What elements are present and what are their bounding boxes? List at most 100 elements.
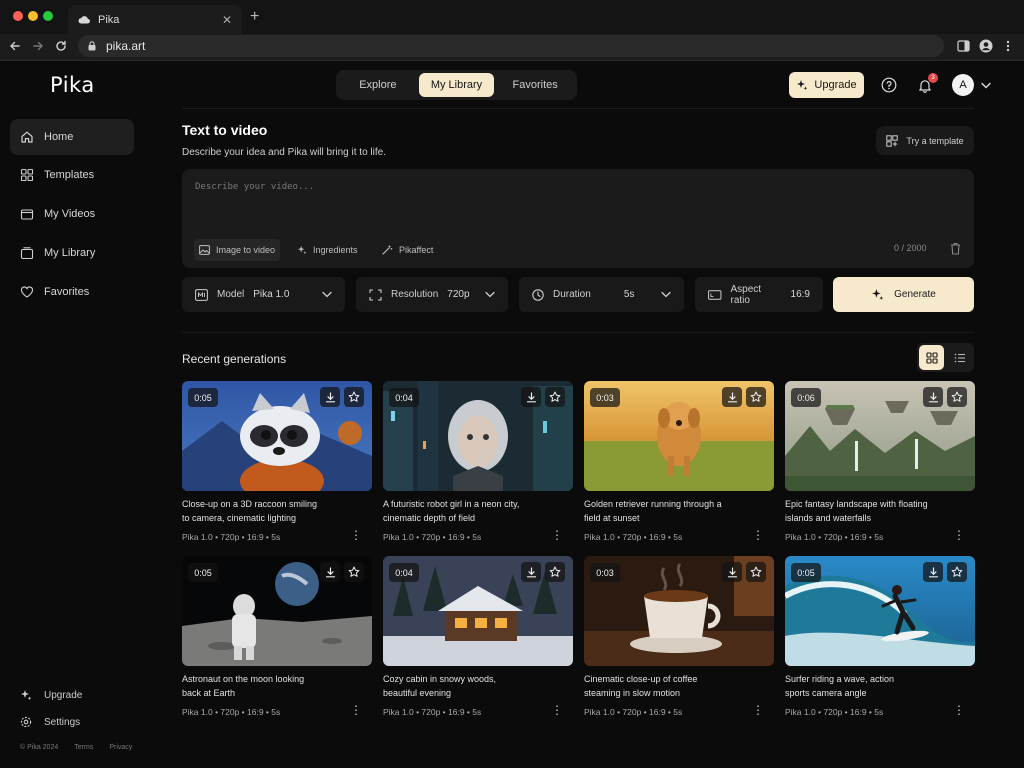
image-to-video-chip[interactable]: Image to video: [194, 239, 281, 261]
sidebar-item-my-library[interactable]: My Library: [10, 235, 134, 271]
header-divider: [182, 108, 974, 109]
trash-icon[interactable]: [948, 241, 962, 255]
sidebar-toggle-icon[interactable]: [954, 37, 972, 55]
caption-line: steaming in slow motion: [584, 688, 681, 698]
ingredients-chip[interactable]: Ingredients: [292, 239, 363, 261]
browser-tab-title: Pika: [98, 13, 120, 26]
star-icon[interactable]: [344, 562, 364, 582]
star-icon[interactable]: [746, 387, 766, 407]
generation-card[interactable]: 0:03 Cinematic close-up of coffee steami…: [584, 556, 774, 726]
library-icon: [20, 247, 34, 260]
close-window-button[interactable]: [13, 11, 23, 21]
forward-arrow-icon[interactable]: [29, 37, 47, 55]
generation-card[interactable]: 0:04 Cozy cabin in snowy woods, beautifu…: [383, 556, 573, 726]
generation-card[interactable]: 0:05 Astronaut on the moon looking back …: [182, 556, 372, 726]
star-icon[interactable]: [746, 562, 766, 582]
tab-favorites[interactable]: Favorites: [497, 73, 573, 97]
tab-my-library[interactable]: My Library: [418, 73, 495, 97]
more-options-icon[interactable]: ⋮: [350, 528, 362, 542]
star-icon[interactable]: [947, 387, 967, 407]
chevron-down-icon[interactable]: [980, 79, 992, 91]
video-thumbnail[interactable]: 0:06: [785, 381, 975, 491]
generate-button[interactable]: Generate: [833, 277, 974, 312]
more-options-icon[interactable]: ⋮: [350, 703, 362, 717]
video-thumbnail[interactable]: 0:03: [584, 556, 774, 666]
star-icon[interactable]: [344, 387, 364, 407]
video-thumbnail[interactable]: 0:03: [584, 381, 774, 491]
card-meta: Pika 1.0 • 720p • 16:9 • 5s: [584, 707, 683, 717]
caption-line: Close-up on a 3D raccoon smiling: [182, 499, 318, 509]
video-thumbnail[interactable]: 0:05: [182, 556, 372, 666]
sidebar-item-favorites[interactable]: Favorites: [10, 274, 134, 310]
resolution-label: Resolution: [391, 289, 439, 300]
download-icon[interactable]: [923, 562, 943, 582]
url-text: pika.art: [106, 39, 146, 53]
model-select[interactable]: Model Pika 1.0: [182, 277, 345, 312]
pika-logo[interactable]: Pika: [50, 73, 95, 97]
resolution-select[interactable]: Resolution 720p: [356, 277, 508, 312]
download-icon[interactable]: [722, 387, 742, 407]
sidebar-upgrade-link[interactable]: Upgrade: [20, 689, 82, 701]
download-icon[interactable]: [722, 562, 742, 582]
card-caption: Epic fantasy landscape with floating isl…: [785, 497, 960, 525]
list-view-button[interactable]: [947, 345, 972, 370]
more-options-icon[interactable]: ⋮: [953, 528, 965, 542]
close-tab-icon[interactable]: ✕: [222, 13, 232, 27]
generation-card[interactable]: 0:05 Surfer riding a wave, action sports…: [785, 556, 975, 726]
character-counter: 0 / 2000: [894, 243, 927, 253]
download-icon[interactable]: [320, 387, 340, 407]
sidebar-settings-link[interactable]: Settings: [20, 716, 80, 728]
address-bar[interactable]: pika.art: [78, 35, 944, 57]
pikaffect-chip[interactable]: Pikaffect: [377, 239, 438, 261]
download-icon[interactable]: [923, 387, 943, 407]
more-options-icon[interactable]: ⋮: [752, 703, 764, 717]
model-label: Model: [217, 289, 245, 300]
video-thumbnail[interactable]: 0:04: [383, 556, 573, 666]
prompt-input[interactable]: [195, 182, 895, 192]
terms-link[interactable]: Terms: [74, 744, 93, 751]
more-options-icon[interactable]: ⋮: [551, 528, 563, 542]
download-icon[interactable]: [320, 562, 340, 582]
minimize-window-button[interactable]: [28, 11, 38, 21]
more-options-icon[interactable]: ⋮: [752, 528, 764, 542]
download-icon[interactable]: [521, 387, 541, 407]
download-icon[interactable]: [521, 562, 541, 582]
aspect-ratio-icon: [708, 289, 722, 300]
more-options-icon[interactable]: ⋮: [953, 703, 965, 717]
star-icon[interactable]: [545, 387, 565, 407]
grid-view-button[interactable]: [919, 345, 944, 370]
video-thumbnail[interactable]: 0:05: [785, 556, 975, 666]
reload-icon[interactable]: [52, 37, 70, 55]
duration-select[interactable]: Duration 5s: [519, 277, 684, 312]
generation-card[interactable]: 0:06 Epic fantasy landscape with floatin…: [785, 381, 975, 551]
aspect-ratio-select[interactable]: Aspect ratio 16:9: [695, 277, 823, 312]
sidebar-item-templates[interactable]: Templates: [10, 157, 134, 193]
try-template-button[interactable]: Try a template: [876, 126, 974, 155]
sidebar-item-home[interactable]: Home: [10, 119, 134, 155]
browser-tab[interactable]: Pika ✕: [68, 5, 242, 34]
upgrade-button[interactable]: Upgrade: [789, 72, 864, 98]
chevron-down-icon: [322, 291, 332, 298]
profile-icon[interactable]: [977, 37, 995, 55]
sidebar-upgrade-label: Upgrade: [44, 689, 83, 701]
page-subtitle: Describe your idea and Pika will bring i…: [182, 147, 386, 158]
more-options-icon[interactable]: ⋮: [551, 703, 563, 717]
card-caption: Golden retriever running through a field…: [584, 497, 759, 525]
generation-card[interactable]: 0:05 Close-up on a 3D raccoon smiling to…: [182, 381, 372, 551]
new-tab-icon[interactable]: +: [250, 8, 259, 26]
star-icon[interactable]: [545, 562, 565, 582]
video-thumbnail[interactable]: 0:05: [182, 381, 372, 491]
avatar[interactable]: A: [952, 74, 974, 96]
maximize-window-button[interactable]: [43, 11, 53, 21]
back-arrow-icon[interactable]: [6, 37, 24, 55]
video-thumbnail[interactable]: 0:04: [383, 381, 573, 491]
privacy-link[interactable]: Privacy: [109, 744, 132, 751]
browser-menu-icon[interactable]: [999, 37, 1017, 55]
folder-icon: [20, 209, 34, 220]
sidebar-item-my-videos[interactable]: My Videos: [10, 196, 134, 232]
help-icon[interactable]: [880, 76, 898, 94]
tab-explore[interactable]: Explore: [340, 73, 416, 97]
generation-card[interactable]: 0:04 A futuristic robot girl in a neon c…: [383, 381, 573, 551]
generation-card[interactable]: 0:03 Golden retriever running through a …: [584, 381, 774, 551]
star-icon[interactable]: [947, 562, 967, 582]
